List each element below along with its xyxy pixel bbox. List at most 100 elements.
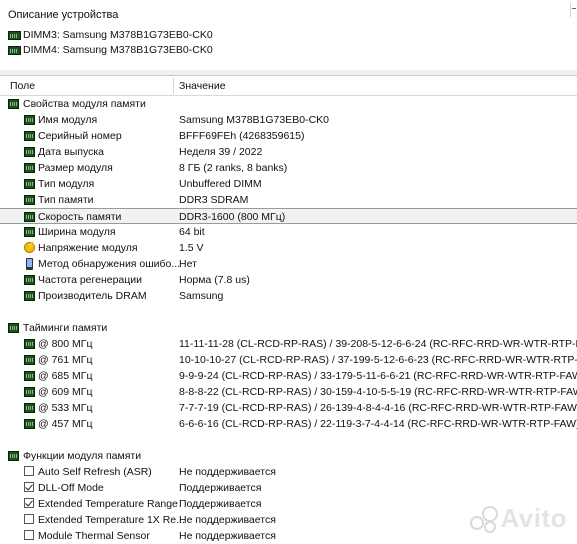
property-label: Частота регенерации (38, 274, 143, 286)
property-value: Samsung (179, 290, 224, 302)
device-description-pane: Описание устройства DIMM3: Samsung M378B… (0, 0, 577, 71)
property-label: Напряжение модуля (38, 242, 138, 254)
property-value: Нет (179, 258, 197, 270)
property-label: @ 533 МГц (38, 402, 93, 414)
checkbox[interactable] (24, 466, 34, 476)
property-label: @ 761 МГц (38, 354, 93, 366)
avito-watermark-text: Avito (500, 503, 567, 533)
property-row[interactable]: Имя модуля Samsung M378B1G73EB0-CK0 (0, 112, 577, 128)
property-label: Метод обнаружения ошибо... (38, 258, 181, 270)
section-title: Функции модуля памяти (23, 450, 142, 462)
property-value: 9-9-9-24 (CL-RCD-RP-RAS) / 33-179-5-11-6… (179, 370, 577, 382)
ram-icon (24, 115, 35, 125)
property-row[interactable]: Auto Self Refresh (ASR) Не поддерживается (0, 464, 577, 480)
ram-icon (24, 212, 35, 222)
property-label: Тип модуля (38, 178, 95, 190)
property-label: @ 800 МГц (38, 338, 93, 350)
ram-icon (24, 403, 35, 413)
property-row[interactable]: DLL-Off Mode Поддерживается (0, 480, 577, 496)
avito-watermark: Avito (470, 503, 567, 534)
property-label: DLL-Off Mode (38, 482, 104, 494)
property-value: 8-8-8-22 (CL-RCD-RP-RAS) / 30-159-4-10-5… (179, 386, 577, 398)
property-row[interactable]: @ 457 МГц 6-6-6-16 (CL-RCD-RP-RAS) / 22-1… (0, 416, 577, 432)
property-row[interactable]: Метод обнаружения ошибо... Нет (0, 256, 577, 272)
checkbox[interactable] (24, 498, 34, 508)
property-label: @ 685 МГц (38, 370, 93, 382)
avito-logo-icon (470, 505, 499, 533)
property-row[interactable]: Ширина модуля 64 bit (0, 224, 577, 240)
device-label: DIMM4: Samsung M378B1G73EB0-CK0 (23, 44, 213, 56)
ram-icon (24, 147, 35, 157)
column-divider[interactable] (173, 78, 174, 94)
property-row[interactable]: @ 609 МГц 8-8-8-22 (CL-RCD-RP-RAS) / 30-1… (0, 384, 577, 400)
error-detection-icon (26, 258, 33, 270)
property-label: Ширина модуля (38, 226, 116, 238)
property-row[interactable]: Напряжение модуля 1.5 V (0, 240, 577, 256)
property-label: @ 609 МГц (38, 386, 93, 398)
property-row[interactable]: Размер модуля 8 ГБ (2 ranks, 8 banks) (0, 160, 577, 176)
column-header-field[interactable]: Поле (10, 80, 35, 92)
property-value: Поддерживается (179, 482, 262, 494)
property-row[interactable]: @ 800 МГц 11-11-11-28 (CL-RCD-RP-RAS) / 3… (0, 336, 577, 352)
ram-icon (8, 30, 21, 40)
property-row[interactable]: Частота регенерации Норма (7.8 us) (0, 272, 577, 288)
property-value: Unbuffered DIMM (179, 178, 262, 190)
checkbox[interactable] (24, 514, 34, 524)
ram-icon (24, 275, 35, 285)
scrollbar[interactable] (570, 3, 577, 17)
property-row[interactable]: Тип модуля Unbuffered DIMM (0, 176, 577, 192)
property-value: Поддерживается (179, 498, 262, 510)
ram-icon (8, 99, 19, 109)
property-label: Extended Temperature 1X Re... (38, 514, 185, 526)
property-label: Производитель DRAM (38, 290, 147, 302)
ram-icon (24, 371, 35, 381)
property-label: Module Thermal Sensor (38, 530, 150, 542)
property-value: Не поддерживается (179, 530, 276, 542)
property-value: 11-11-11-28 (CL-RCD-RP-RAS) / 39-208-5-1… (179, 338, 577, 350)
device-label: DIMM3: Samsung M378B1G73EB0-CK0 (23, 29, 213, 41)
property-row[interactable]: Тип памяти DDR3 SDRAM (0, 192, 577, 208)
section-title: Свойства модуля памяти (23, 98, 146, 110)
section-header-timings[interactable]: Тайминги памяти (0, 320, 577, 336)
property-label: Тип памяти (38, 194, 94, 206)
property-label: Размер модуля (38, 162, 113, 174)
property-value: 6-6-6-16 (CL-RCD-RP-RAS) / 22-119-3-7-4-… (179, 418, 577, 430)
property-row[interactable]: Серийный номер BFFF69FEh (4268359615) (0, 128, 577, 144)
voltage-icon (24, 241, 36, 253)
property-row[interactable]: Скорость памяти DDR3-1600 (800 МГц) (0, 208, 577, 224)
section-title: Тайминги памяти (23, 322, 108, 334)
property-value: Не поддерживается (179, 466, 276, 478)
property-label: Auto Self Refresh (ASR) (38, 466, 152, 478)
ram-icon (24, 195, 35, 205)
property-value: Samsung M378B1G73EB0-CK0 (179, 114, 329, 126)
property-value: BFFF69FEh (4268359615) (179, 130, 305, 142)
column-header: Поле Значение (0, 76, 577, 96)
ram-icon (24, 227, 35, 237)
property-row[interactable]: @ 761 МГц 10-10-10-27 (CL-RCD-RP-RAS) / 3… (0, 352, 577, 368)
property-value: 1.5 V (179, 242, 204, 254)
property-label: Extended Temperature Range (38, 498, 178, 510)
ram-icon (24, 419, 35, 429)
ram-icon (24, 131, 35, 141)
property-value: DDR3-1600 (800 МГц) (179, 211, 286, 223)
property-value: 10-10-10-27 (CL-RCD-RP-RAS) / 37-199-5-1… (179, 354, 577, 366)
ram-icon (24, 163, 35, 173)
property-value: Не поддерживается (179, 514, 276, 526)
ram-icon (24, 179, 35, 189)
property-value: DDR3 SDRAM (179, 194, 249, 206)
property-row[interactable]: Производитель DRAM Samsung (0, 288, 577, 304)
device-list-item[interactable]: DIMM3: Samsung M378B1G73EB0-CK0 (8, 28, 213, 42)
property-row[interactable]: Дата выпуска Неделя 39 / 2022 (0, 144, 577, 160)
property-row[interactable]: @ 685 МГц 9-9-9-24 (CL-RCD-RP-RAS) / 33-1… (0, 368, 577, 384)
device-list-item[interactable]: DIMM4: Samsung M378B1G73EB0-CK0 (8, 43, 213, 57)
property-row[interactable]: @ 533 МГц 7-7-7-19 (CL-RCD-RP-RAS) / 26-1… (0, 400, 577, 416)
ram-icon (8, 323, 19, 333)
column-header-value[interactable]: Значение (179, 80, 226, 92)
property-label: Имя модуля (38, 114, 98, 126)
section-header-props[interactable]: Свойства модуля памяти (0, 96, 577, 112)
checkbox[interactable] (24, 482, 34, 492)
section-header-functions[interactable]: Функции модуля памяти (0, 448, 577, 464)
ram-icon (24, 387, 35, 397)
checkbox[interactable] (24, 530, 34, 540)
property-label: Дата выпуска (38, 146, 105, 158)
